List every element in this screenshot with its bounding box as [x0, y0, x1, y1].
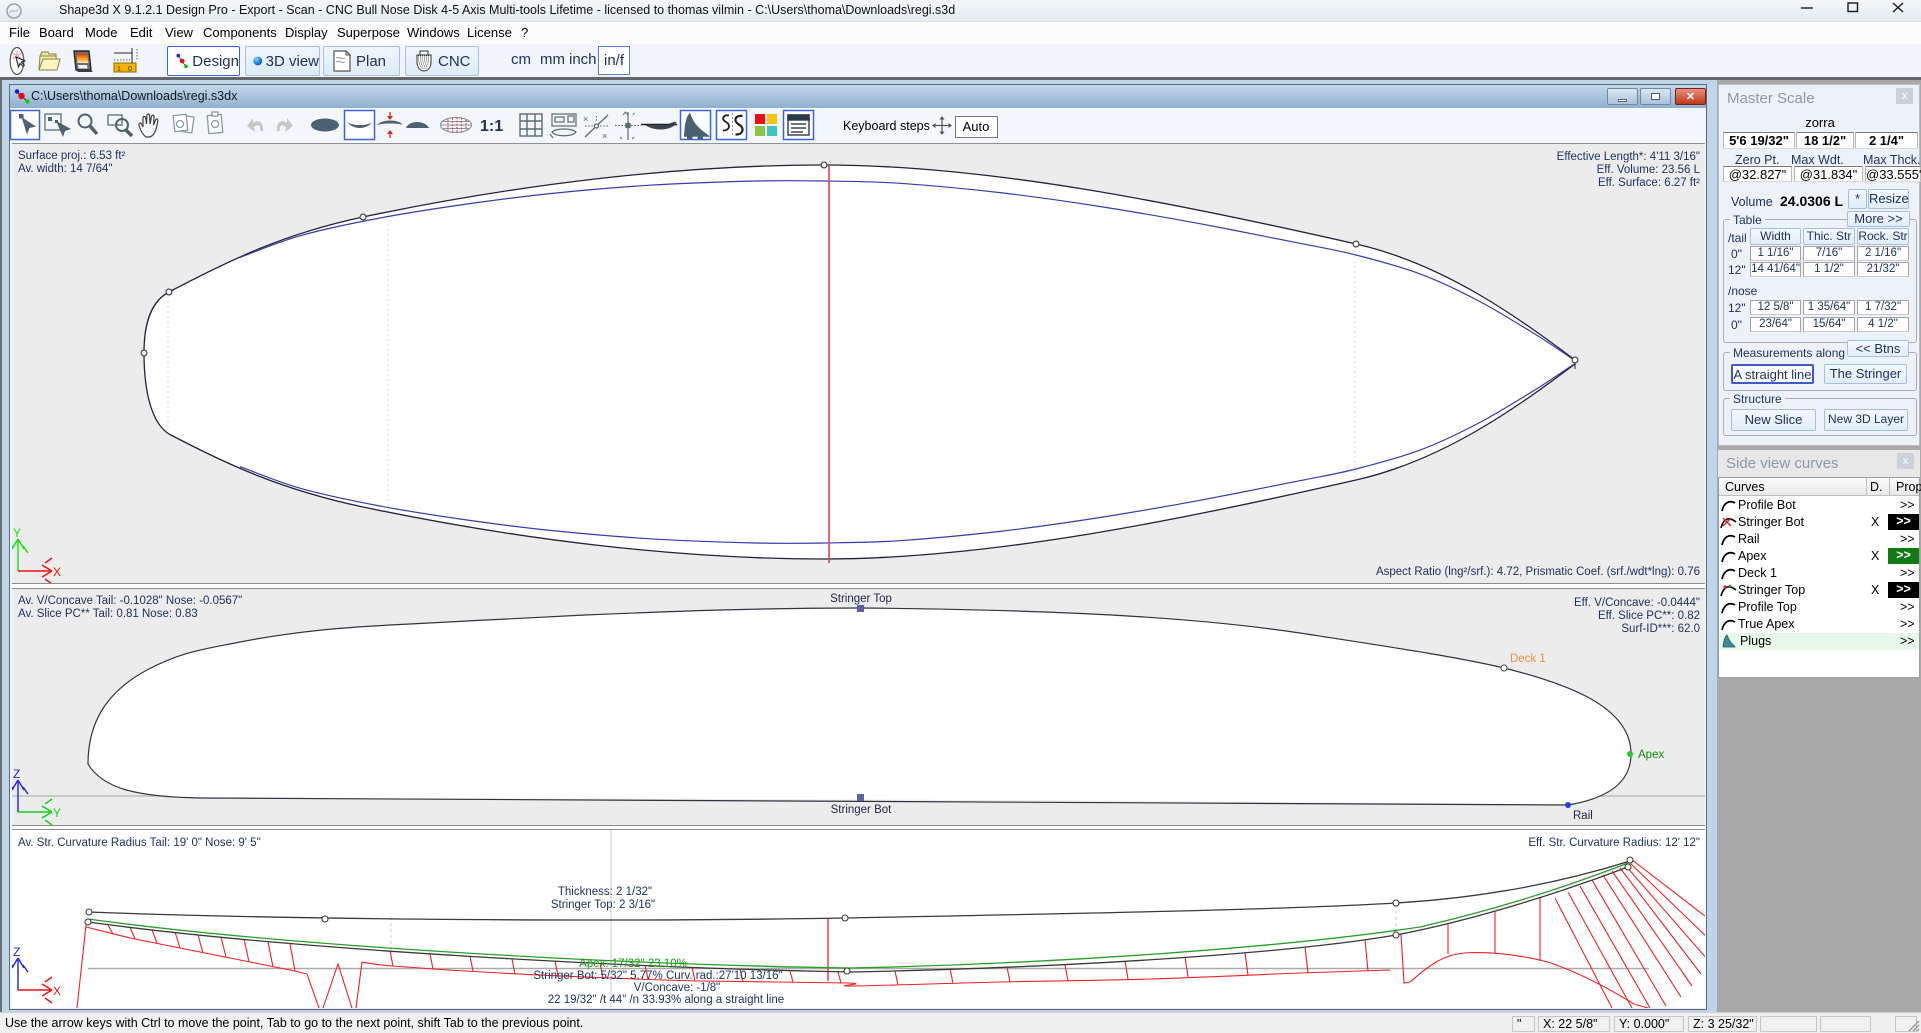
svg-text:Stringer Bot: 5/32" 5.77% Curv: Stringer Bot: 5/32" 5.77% Curv. rad.:27'…	[533, 970, 782, 982]
svg-text:Stringer Top: 2 3/16": Stringer Top: 2 3/16"	[551, 899, 655, 911]
svg-text:1:1: 1:1	[480, 118, 503, 135]
svg-text:1: 1	[117, 66, 121, 73]
svg-text:Rail: Rail	[1573, 810, 1593, 822]
svg-text:V/Concave: -1/8": V/Concave: -1/8"	[634, 982, 721, 994]
svg-text:Auto: Auto	[963, 119, 990, 134]
svg-text:X: X	[53, 565, 61, 579]
svg-text:Stringer Bot: Stringer Bot	[831, 804, 893, 816]
svg-text:Thickness: 2 1/32": Thickness: 2 1/32"	[558, 886, 652, 898]
svg-text:Surface proj.: 6.53 ft²: Surface proj.: 6.53 ft²	[18, 150, 126, 162]
svg-text:Apex: Apex	[1638, 749, 1664, 761]
svg-text:Eff. Str. Curvature Radius: 12: Eff. Str. Curvature Radius: 12' 12"	[1528, 837, 1700, 849]
svg-text:×: ×	[602, 131, 607, 141]
svg-text:22 19/32" /t 44" /n 33.93% alo: 22 19/32" /t 44" /n 33.93% along a strai…	[548, 994, 784, 1006]
svg-text:Eff. Surface: 6.27 ft²: Eff. Surface: 6.27 ft²	[1598, 177, 1700, 189]
svg-text:Eff. Slice PC**: 0.82: Eff. Slice PC**: 0.82	[1598, 610, 1700, 622]
svg-text:Av. V/Concave Tail: -0.1028": Av. V/Concave Tail: -0.1028" Nose: -0.05…	[18, 595, 242, 607]
svg-text:X: X	[53, 984, 61, 998]
svg-text:Av. Str. Curvature Radius Tail: Av. Str. Curvature Radius Tail: 19' 0" N…	[18, 837, 261, 849]
svg-text:Y: Y	[53, 806, 61, 820]
svg-text:Z: Z	[13, 767, 20, 781]
svg-text:Keyboard steps: Keyboard steps	[843, 119, 930, 133]
svg-text:Z: Z	[13, 945, 20, 959]
svg-text:Stringer Top: Stringer Top	[830, 593, 892, 605]
svg-text:×: ×	[583, 114, 588, 124]
svg-text:Av. Slice PC** Tail: 0.81 Nos: Av. Slice PC** Tail: 0.81 Nose: 0.83	[18, 608, 198, 620]
svg-text:Av. width: 14 7/64": Av. width: 14 7/64"	[18, 163, 112, 175]
svg-text:Aspect Ratio (lng²/srf.): 4.7: Aspect Ratio (lng²/srf.): 4.72, Prismati…	[1376, 566, 1700, 578]
svg-text:Eff. V/Concave: -0.0444": Eff. V/Concave: -0.0444"	[1574, 597, 1700, 609]
svg-text:Eff. Volume: 23.56 L: Eff. Volume: 23.56 L	[1597, 164, 1701, 176]
svg-text:Surf-ID***: 62.0: Surf-ID***: 62.0	[1621, 623, 1700, 635]
svg-text:Effective Length*: 4'11 3/16": Effective Length*: 4'11 3/16"	[1557, 151, 1700, 163]
svg-text:0: 0	[128, 66, 132, 73]
svg-text:Deck 1: Deck 1	[1510, 653, 1546, 665]
svg-text:Y: Y	[13, 526, 21, 540]
svg-text:Apex: 17/32" 23.10%: Apex: 17/32" 23.10%	[579, 958, 687, 970]
